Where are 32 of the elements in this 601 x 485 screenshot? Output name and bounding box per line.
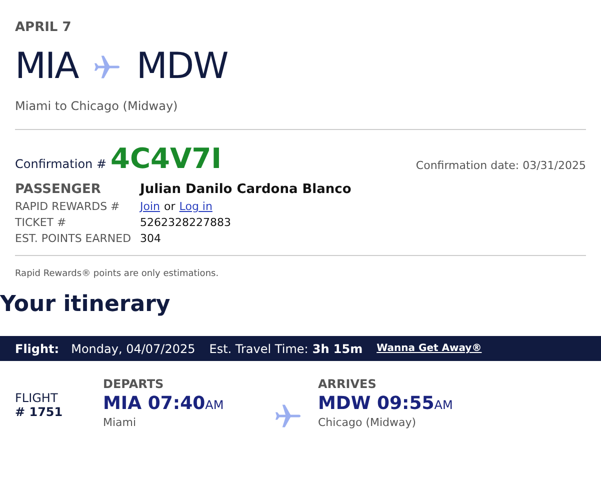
account-link[interactable]: Join [140, 200, 160, 213]
travel-time: 3h 15m [312, 342, 363, 356]
flight-label: Flight: [15, 342, 60, 356]
city-name: Chicago (Midway) [318, 416, 418, 429]
flight-date: Monday, 04/07/2025 [71, 342, 196, 356]
flight-time: MIA 07:40AM [103, 393, 225, 414]
detail-value: 5262328227883 [140, 216, 232, 229]
section-title: Your itinerary [0, 291, 172, 319]
passenger-name: Julian Danilo Cardona Blanco [140, 182, 352, 197]
fare-link[interactable]: Wanna Get Away® [376, 343, 482, 354]
confirmation-code: 4C4V7I [110, 144, 222, 174]
route-description: Miami to Chicago (Midway) [15, 99, 179, 113]
detail-label: TICKET # [15, 216, 68, 229]
destination-code: MDW [136, 45, 228, 89]
travel-label: Est. Travel Time: [209, 342, 308, 356]
detail-value: 304 [140, 232, 162, 245]
column-heading: ARRIVES [318, 377, 378, 391]
city-name: Miami [103, 416, 138, 429]
column-heading: DEPARTS [103, 377, 165, 391]
passenger-label: PASSENGER [15, 182, 102, 197]
flight-label: FLIGHT [15, 391, 59, 405]
trip-date: APRIL 7 [15, 20, 72, 35]
points-note: Rapid Rewards® points are only estimations. [15, 269, 220, 279]
flight-time: MDW 09:55AM [318, 393, 454, 414]
detail-label: RAPID REWARDS # [15, 200, 121, 213]
flight-number: # 1751 [15, 405, 64, 419]
origin-code: MIA [15, 45, 78, 89]
confirmation-label: Confirmation # [15, 157, 107, 171]
detail-label: EST. POINTS EARNED [15, 232, 132, 245]
joiner-text: or [164, 200, 176, 213]
confirmation-date: Confirmation date: 03/31/2025 [416, 159, 586, 172]
account-link[interactable]: Log in [179, 200, 212, 213]
